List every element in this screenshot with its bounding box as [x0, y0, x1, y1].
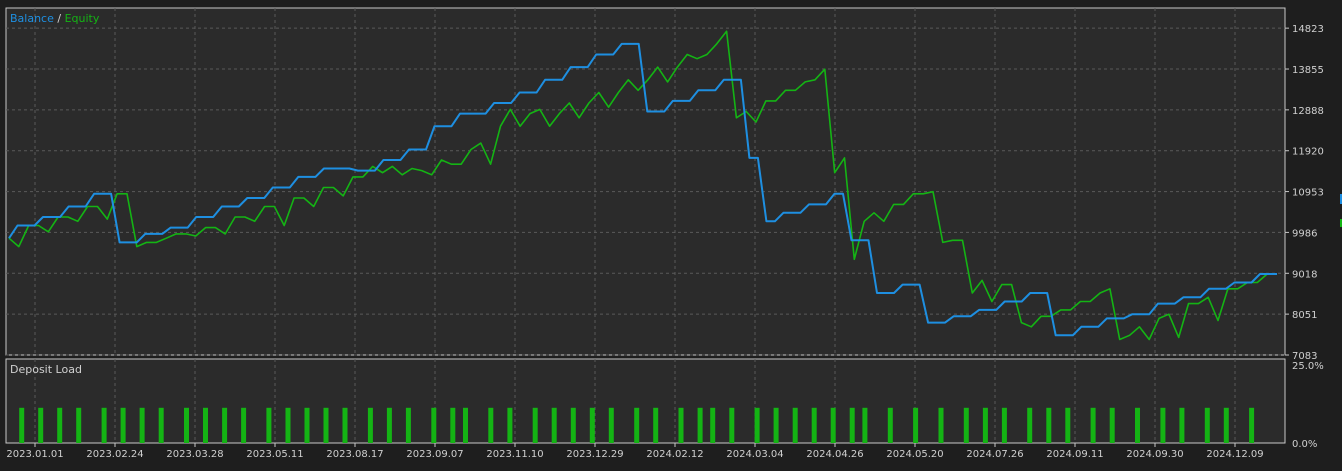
legend-separator: /	[54, 12, 65, 25]
deposit-load-bar	[139, 407, 145, 443]
deposit-load-bar	[57, 407, 63, 443]
deposit-y-tick-label: 25.0%	[1292, 361, 1324, 372]
main-y-axis: 1482313855128881192010953998690188051708…	[1285, 24, 1324, 362]
deposit-load-bar	[76, 407, 82, 443]
deposit-load-bar	[811, 407, 817, 443]
x-tick-label: 2023.12.29	[566, 449, 623, 460]
deposit-load-bar	[913, 407, 919, 443]
deposit-load-bar	[963, 407, 969, 443]
deposit-load-bar	[1204, 407, 1210, 443]
deposit-load-bar	[158, 407, 164, 443]
deposit-load-bar	[1001, 407, 1007, 443]
deposit-load-bar	[982, 407, 988, 443]
deposit-load-bar	[938, 407, 944, 443]
deposit-load-bar	[463, 407, 468, 443]
deposit-bars	[19, 407, 1255, 443]
x-tick-label: 2024.07.26	[966, 449, 1023, 460]
deposit-load-bar	[285, 407, 291, 443]
deposit-load-bar	[367, 407, 373, 443]
deposit-y-tick-label: 0.0%	[1292, 439, 1317, 450]
deposit-load-bar	[551, 407, 557, 443]
deposit-load-bar	[1135, 407, 1140, 443]
x-tick-label: 2023.03.28	[166, 449, 223, 460]
deposit-load-bar	[849, 407, 855, 443]
deposit-load-bar	[101, 407, 107, 443]
x-tick-label: 2023.09.07	[406, 449, 463, 460]
x-axis: 2023.01.01 2023.02.24 2023.03.28 2023.05.11…	[6, 443, 1264, 460]
deposit-load-bar	[488, 407, 494, 443]
deposit-load-bar	[754, 407, 760, 443]
deposit-load-bar	[570, 407, 576, 443]
x-tick-label: 2024.03.04	[726, 449, 783, 460]
y-tick-label: 9018	[1292, 269, 1317, 280]
deposit-load-bar	[653, 407, 659, 443]
deposit-load-bar	[19, 407, 25, 443]
balance-equity-plot-area	[5, 7, 1286, 356]
legend-balance: Balance	[10, 12, 54, 25]
legend: Balance / Equity	[10, 12, 100, 25]
deposit-load-bar	[1109, 407, 1115, 443]
deposit-load-bar	[184, 407, 189, 443]
deposit-load-bar	[222, 407, 228, 443]
deposit-load-bar	[697, 407, 703, 443]
deposit-load-bar	[386, 407, 392, 443]
deposit-load-bar	[405, 407, 411, 443]
x-tick-label: 2024.09.30	[1126, 449, 1183, 460]
x-tick-label: 2023.08.17	[326, 449, 383, 460]
x-tick-label: 2023.02.24	[86, 449, 143, 460]
deposit-load-bar	[507, 407, 513, 443]
deposit-load-bar	[1046, 407, 1052, 443]
x-tick-label: 2024.04.26	[806, 449, 863, 460]
deposit-load-bar	[887, 407, 893, 443]
legend-equity: Equity	[65, 12, 100, 25]
deposit-load-bar	[120, 407, 126, 443]
deposit-load-bar	[431, 407, 437, 443]
deposit-load-bar	[608, 407, 614, 443]
deposit-load-bar	[729, 407, 735, 443]
deposit-load-bar	[1090, 407, 1096, 443]
x-tick-label: 2024.02.12	[646, 449, 703, 460]
chart-svg: Balance / Equity 14823 13855 12888 11920 109…	[5, 7, 1342, 460]
y-tick-label: 12888	[1292, 106, 1324, 117]
deposit-load-bar	[589, 407, 595, 443]
deposit-load-bar	[38, 407, 44, 443]
deposit-load-bar	[203, 407, 208, 443]
deposit-load-bar	[323, 407, 329, 443]
y-tick-label: 10953	[1292, 188, 1324, 199]
deposit-load-bar	[710, 407, 716, 443]
deposit-load-bar	[1249, 407, 1255, 443]
deposit-load-bar	[241, 407, 247, 443]
deposit-load-bar	[450, 407, 456, 443]
deposit-y-axis: 25.0% 0.0%	[1292, 361, 1324, 450]
x-tick-label: 2024.09.11	[1046, 449, 1103, 460]
strategy-tester-chart: Balance / Equity 14823 13855 12888 11920 109…	[0, 0, 1342, 466]
deposit-load-bar	[830, 407, 836, 443]
y-tick-label: 13855	[1292, 65, 1324, 76]
y-tick-label: 9986	[1292, 228, 1317, 239]
x-tick-label: 2023.01.01	[6, 449, 63, 460]
deposit-load-bar	[1027, 407, 1033, 443]
x-tick-label: 2023.05.11	[246, 449, 303, 460]
deposit-load-bar	[266, 407, 272, 443]
deposit-load-bar	[678, 407, 684, 443]
x-tick-label: 2024.05.20	[886, 449, 943, 460]
deposit-load-bar	[792, 407, 798, 443]
x-tick-label: 2023.11.10	[486, 449, 543, 460]
y-tick-label: 11920	[1292, 147, 1324, 158]
y-tick-label: 8051	[1292, 310, 1317, 321]
deposit-load-bar	[1065, 407, 1071, 443]
deposit-load-title: Deposit Load	[10, 363, 82, 376]
y-tick-label: 14823	[1292, 24, 1324, 35]
deposit-load-bar	[773, 407, 779, 443]
deposit-load-bar	[634, 407, 640, 443]
x-tick-label: 2024.12.09	[1206, 449, 1263, 460]
deposit-load-bar	[1223, 407, 1229, 443]
deposit-load-bar	[862, 407, 868, 443]
deposit-load-bar	[1179, 407, 1185, 443]
deposit-load-bar	[1160, 407, 1166, 443]
deposit-load-bar	[342, 407, 348, 443]
deposit-load-bar	[304, 407, 310, 443]
deposit-load-bar	[532, 407, 538, 443]
